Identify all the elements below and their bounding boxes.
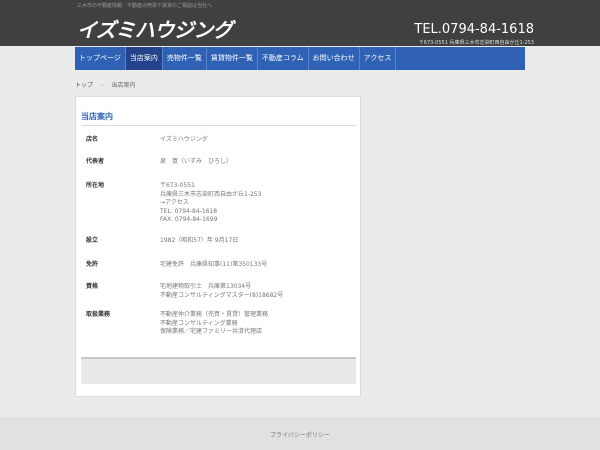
nav-item-rental-listings[interactable]: 賃貸物件一覧 [207,47,258,70]
info-label: 資格 [86,283,99,290]
nav-item-access[interactable]: アクセス [360,47,397,70]
info-value: イズミハウジング [160,136,208,145]
page-title: 当店案内 [81,112,113,121]
site-footer: プライバシーポリシー [0,417,600,450]
info-value-line: FAX. 0794-84-1699 [160,216,218,223]
breadcrumb-current: 当店案内 [111,82,136,89]
info-value-line: 泉 寛（いずみ ひろし） [160,158,233,165]
access-link[interactable]: →アクセス [160,199,261,208]
info-value-line: TEL. 0794-84-1618 [160,207,218,215]
info-value-line: 宅建免許 兵庫県知事(11)第350133号 [160,261,268,268]
title-divider [81,125,356,126]
content-bottom-box [81,357,356,384]
site-header: 三木市の不動産情報 不動産の売買や賃貸のご相談は当社へ イズミハウジング TEL… [0,0,600,46]
content-panel: 当店案内 店名 イズミハウジング 代表者 泉 寛（いずみ ひろし） 所在地 〒6… [75,96,361,397]
info-label: 店名 [86,136,99,143]
info-value-line: 不動産コンサルティングマスター(8)18682号 [160,291,284,299]
info-value-line: 〒673-0551 [160,182,195,189]
nav-item-top[interactable]: トップページ [75,47,126,70]
main-nav: トップページ 当店案内 売物件一覧 賃貸物件一覧 不動産コラム お問い合わせ ア… [75,47,525,70]
nav-item-contact[interactable]: お問い合わせ [309,47,360,70]
nav-item-about[interactable]: 当店案内 [125,47,163,70]
info-label: 所在地 [86,182,105,189]
site-logo[interactable]: イズミハウジング [77,18,233,42]
nav-item-sale-listings[interactable]: 売物件一覧 [163,47,207,70]
info-value-line: 1982（昭和57）年 9月17日 [160,237,239,244]
info-value: 宅地建物取引士 兵庫第13034号 不動産コンサルティングマスター(8)1868… [160,283,283,300]
info-label: 免許 [86,261,99,268]
nav-item-column[interactable]: 不動産コラム [258,47,309,70]
info-value: 不動産仲介業務（売買・賃貸）管理業務 不動産コンサルティング業務 保険業務／宅建… [160,311,268,337]
breadcrumb-home-link[interactable]: トップ [75,82,93,89]
info-value-line: イズミハウジング [160,136,208,143]
privacy-policy-link[interactable]: プライバシーポリシー [0,430,600,439]
info-label: 代表者 [86,158,105,165]
site-tagline: 三木市の不動産情報 不動産の売買や賃貸のご相談は当社へ [77,3,213,9]
info-value-line: 宅地建物取引士 兵庫第13034号 [160,283,252,290]
info-label: 設立 [86,237,99,244]
info-value: 泉 寛（いずみ ひろし） [160,158,232,167]
info-value: 1982（昭和57）年 9月17日 [160,237,238,246]
info-value-line: 不動産仲介業務（売買・賃貸）管理業務 [160,311,269,318]
info-value-line: 兵庫県三木市志染町西自由が丘1-253 [160,190,262,198]
info-value-line: 不動産コンサルティング業務 [160,319,238,327]
breadcrumb: トップ › 当店案内 [75,80,135,89]
info-value: 宅建免許 兵庫県知事(11)第350133号 [160,261,267,270]
header-address: 〒673-0551 兵庫県三木市志染町西自由が丘1-253 [418,40,534,46]
phone-number: TEL.0794-84-1618 [414,22,534,37]
info-value-line: 保険業務／宅建ファミリー共済代理店 [160,328,263,335]
info-label: 取扱業務 [86,311,111,318]
info-value: 〒673-0551 兵庫県三木市志染町西自由が丘1-253 →アクセス TEL.… [160,182,261,225]
breadcrumb-separator: › [101,82,104,89]
